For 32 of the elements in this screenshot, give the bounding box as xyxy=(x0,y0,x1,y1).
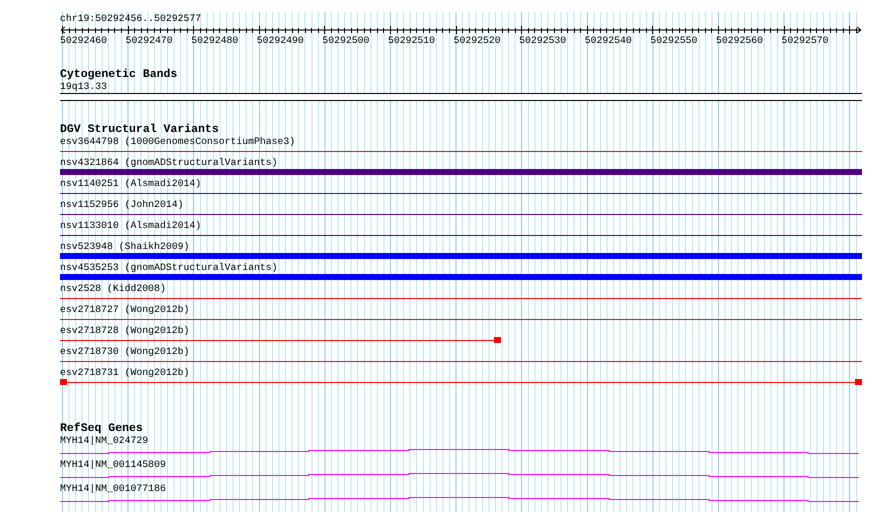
tick-label: 50292480 xyxy=(191,35,240,47)
variant-label: esv2718731 (Wong2012b) xyxy=(60,367,190,379)
variant-label: esv2718730 (Wong2012b) xyxy=(60,346,190,358)
gene-label: MYH14|NM_024729 xyxy=(60,435,148,447)
band-label: 19q13.33 xyxy=(60,81,108,93)
variant-label: nsv4321864 (gnomADStructuralVariants) xyxy=(60,157,278,169)
tick-label: 50292550 xyxy=(650,35,698,47)
variant-label: nsv2528 (Kidd2008) xyxy=(60,283,166,295)
tick-label: 50292510 xyxy=(388,35,436,47)
tick-label: 50292460 xyxy=(60,35,108,47)
variant-label: nsv1133010 (Alsmadi2014) xyxy=(60,220,202,232)
tick-label: 50292540 xyxy=(584,35,633,47)
gene-label: MYH14|NM_001077186 xyxy=(60,483,166,495)
tick-label: 50292500 xyxy=(322,35,370,47)
variant-label: esv2718727 (Wong2012b) xyxy=(60,304,190,316)
variant-label: nsv1152956 (John2014) xyxy=(60,199,184,211)
tick-label: 50292560 xyxy=(716,35,764,47)
variant-label: esv2718728 (Wong2012b) xyxy=(60,325,190,337)
track-title: Cytogenetic Bands xyxy=(60,68,178,81)
gene-label: MYH14|NM_001145809 xyxy=(60,459,166,471)
tick-label: 50292520 xyxy=(454,35,502,47)
tick-label: 50292490 xyxy=(256,35,305,47)
variant-label: nsv4535253 (gnomADStructuralVariants) xyxy=(60,262,278,274)
variant-label: nsv1140251 (Alsmadi2014) xyxy=(60,178,202,190)
track-title: DGV Structural Variants xyxy=(60,123,219,136)
tick-label: 50292470 xyxy=(126,35,174,47)
tick-label: 50292570 xyxy=(782,35,830,47)
variant-label: nsv523948 (Shaikh2009) xyxy=(60,241,190,253)
location-text: chr19:50292456..50292577 xyxy=(60,12,202,25)
track-title: RefSeq Genes xyxy=(60,422,143,435)
tick-label: 50292530 xyxy=(519,35,568,47)
variant-label: esv3644798 (1000GenomesConsortiumPhase3) xyxy=(60,136,296,148)
